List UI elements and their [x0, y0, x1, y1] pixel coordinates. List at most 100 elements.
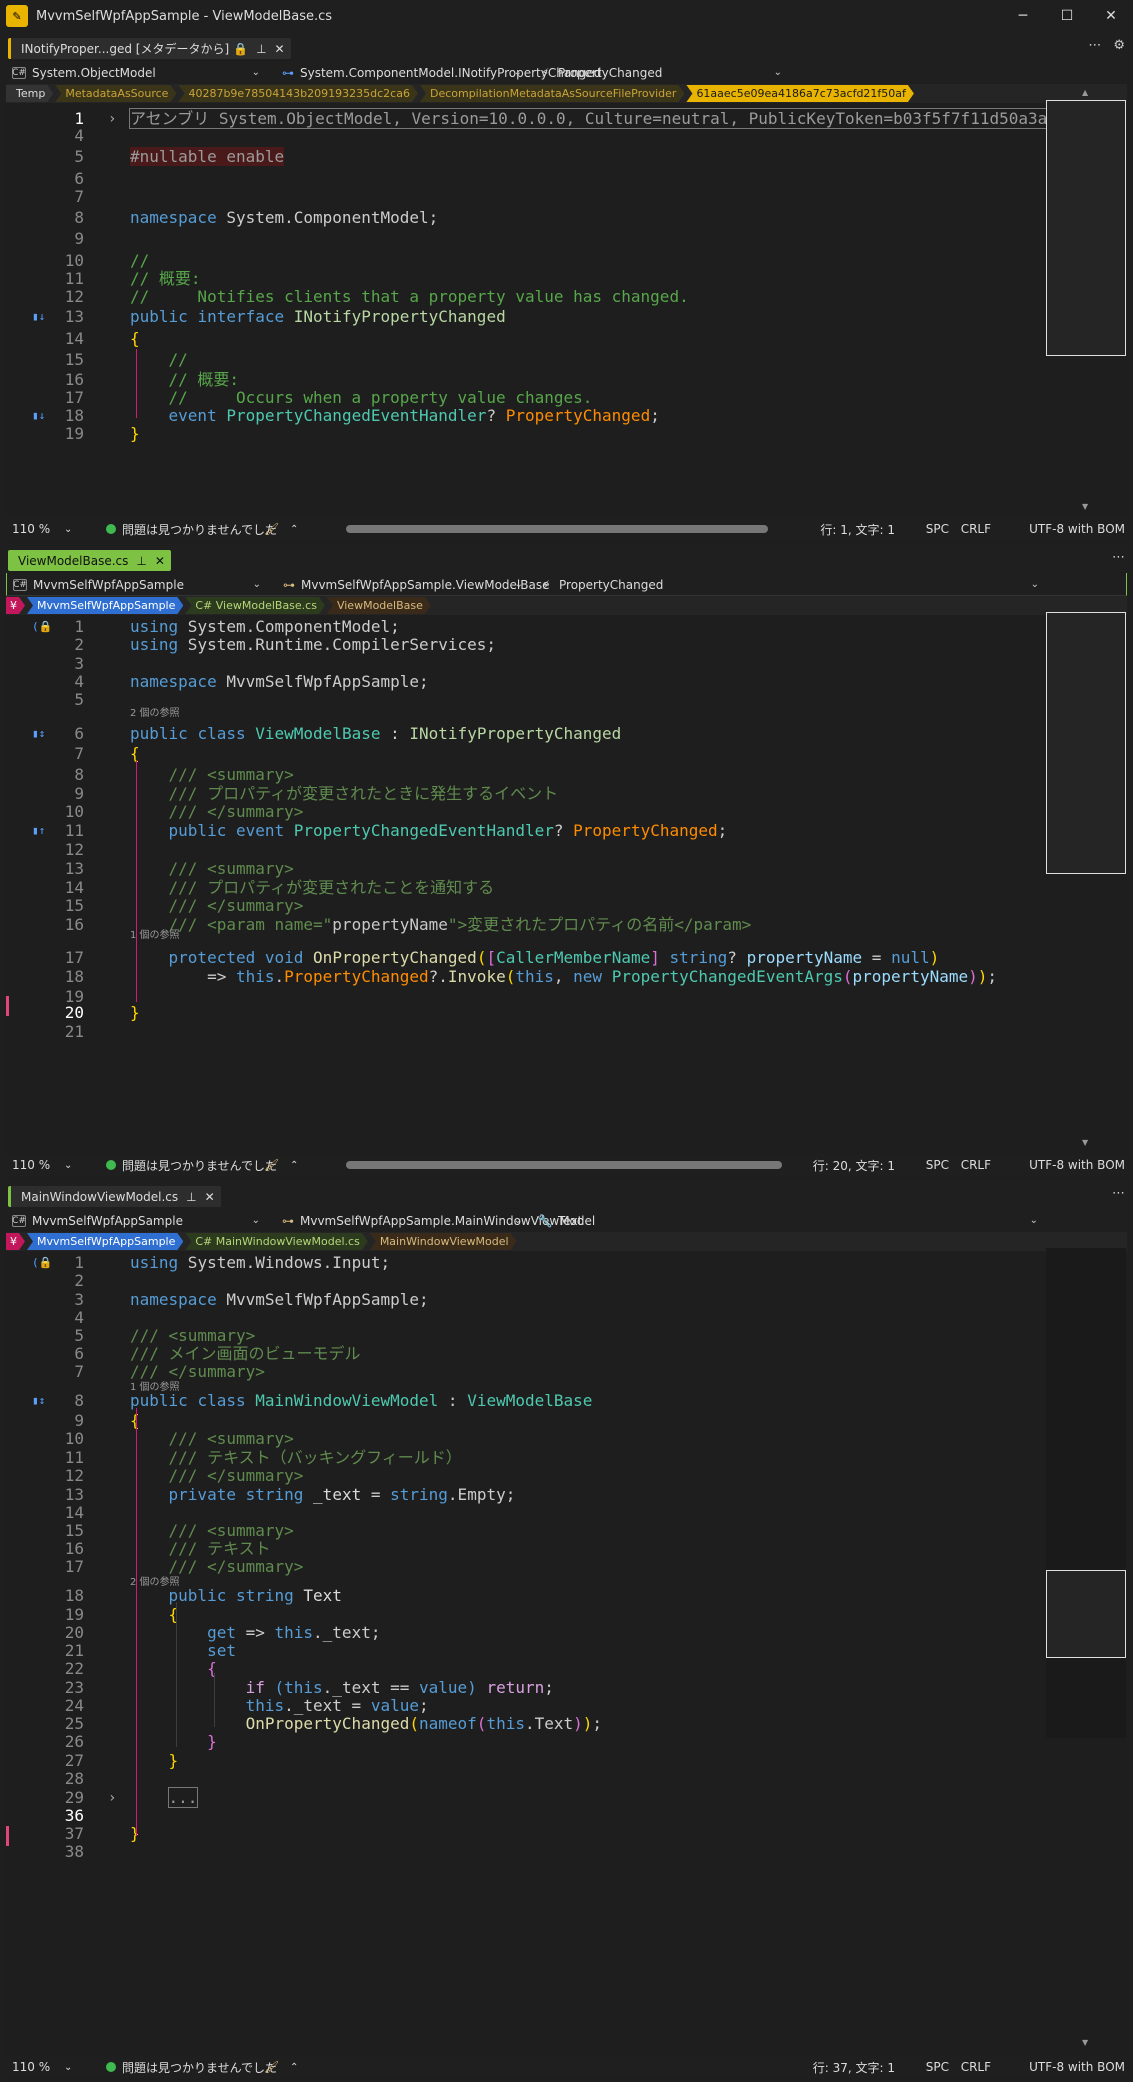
minimap-slider[interactable] — [1046, 1570, 1126, 1658]
scroll-down-icon[interactable]: ▼ — [1082, 1138, 1092, 1147]
brush-icon[interactable]: 🖌 — [264, 2060, 279, 2074]
code-line[interactable]: 7 /// </summary> — [6, 1361, 1046, 1383]
zoom-level[interactable]: 110 % — [12, 2060, 50, 2074]
project-dropdown[interactable]: C# System.ObjectModel ⌄ — [12, 63, 266, 82]
reference-count-hint[interactable]: 1 個の参照 — [130, 1382, 180, 1394]
zoom-level[interactable]: 110 % — [12, 1158, 50, 1172]
encoding[interactable]: UTF-8 with BOM — [1029, 522, 1125, 536]
minimap[interactable] — [1046, 612, 1126, 874]
crumb-2[interactable]: MainWindowViewModel — [370, 1233, 517, 1250]
crumb-4[interactable]: 61aaec5e09ea4186a7c73acfd21f50af — [686, 85, 913, 102]
issues-text[interactable]: 問題は見つかりませんでした — [122, 1157, 277, 1174]
code-line[interactable]: 7 — [6, 186, 1046, 208]
chevron-down-icon[interactable]: ⌄ — [64, 1160, 72, 1171]
pin-icon[interactable]: ⊥ — [136, 554, 146, 568]
scroll-down-icon[interactable]: ▼ — [1082, 502, 1092, 511]
issues-text[interactable]: 問題は見つかりませんでした — [122, 2059, 277, 2076]
more-options-icon[interactable]: ⋯ — [1088, 38, 1101, 53]
zoom-level[interactable]: 110 % — [12, 522, 50, 536]
minimap-slider[interactable] — [1046, 100, 1126, 356]
gear-icon[interactable]: ⚙ — [1113, 38, 1125, 53]
chevron-up-icon[interactable]: ⌃ — [290, 1160, 298, 1171]
encoding[interactable]: UTF-8 with BOM — [1029, 1158, 1125, 1172]
chevron-up-icon[interactable]: ⌃ — [290, 524, 298, 535]
reference-count-hint[interactable]: 1 個の参照 — [130, 930, 180, 942]
tab-mainwindowviewmodel[interactable]: MainWindowViewModel.cs ⊥ ✕ — [8, 1186, 221, 1207]
chevron-down-icon[interactable]: ⌄ — [64, 2062, 72, 2073]
crumb-2[interactable]: 40287b9e78504143b209193235dc2ca6 — [178, 85, 418, 102]
close-tab-icon[interactable]: ✕ — [205, 1190, 215, 1204]
line-ending[interactable]: CRLF — [961, 2060, 991, 2074]
code-line[interactable]: 4 — [6, 125, 1046, 147]
issues-text[interactable]: 問題は見つかりませんでした — [122, 521, 277, 538]
reference-count-hint[interactable]: 2 個の参照 — [130, 708, 180, 720]
crumb-2[interactable]: ViewModelBase — [327, 597, 431, 614]
scroll-down-icon[interactable]: ▼ — [1082, 2038, 1092, 2047]
code-line[interactable]: 21 — [6, 1021, 1046, 1043]
minimap-slider[interactable] — [1046, 612, 1126, 874]
more-options-icon[interactable]: ⋯ — [1112, 1186, 1125, 1201]
maximize-icon[interactable]: ☐ — [1045, 0, 1089, 32]
code-line[interactable]: 15 // — [6, 349, 1046, 371]
code-line[interactable]: 13 ▮↓ public interface INotifyPropertyChan… — [6, 306, 1046, 328]
crumb-0[interactable]: MvvmSelfWpfAppSample — [27, 597, 183, 614]
member-dropdown[interactable]: 🔧 Text ⌄ — [538, 1211, 1044, 1230]
type-dropdown[interactable]: ⊶ System.ComponentModel.INotifyPropertyCh… — [282, 63, 601, 82]
code-editor[interactable]: 1 (🔒 using System.Windows.Input; 2 3 namespac… — [6, 1252, 1046, 2054]
type-dropdown[interactable]: ⊶ MvvmSelfWpfAppSample.MainWindowViewMode… — [282, 1211, 595, 1230]
cursor-position[interactable]: 行: 37, 文字: 1 — [813, 2059, 895, 2076]
tab-inotify[interactable]: INotifyProper...ged [メタデータから] 🔒 ⊥ ✕ — [8, 38, 291, 59]
pin-icon[interactable]: ⊥ — [256, 42, 266, 56]
code-line[interactable]: 5 #nullable enable — [6, 146, 1046, 168]
crumb-root-icon[interactable]: ¥ — [6, 1233, 25, 1250]
crumb-1[interactable]: C# ViewModelBase.cs — [185, 597, 325, 614]
crumb-0[interactable]: MvvmSelfWpfAppSample — [27, 1233, 183, 1250]
encoding[interactable]: UTF-8 with BOM — [1029, 2060, 1125, 2074]
close-tab-icon[interactable]: ✕ — [155, 554, 165, 568]
project-dropdown[interactable]: C# MvvmSelfWpfAppSample ⌄ — [13, 575, 267, 594]
minimap[interactable] — [1046, 1248, 1126, 1738]
cursor-position[interactable]: 行: 1, 文字: 1 — [820, 521, 895, 538]
chevron-up-icon[interactable]: ⌃ — [290, 2062, 298, 2073]
code-line[interactable]: 18 => this.PropertyChanged?.Invoke(this,… — [6, 966, 1046, 988]
minimap[interactable] — [1046, 100, 1126, 356]
reference-count-hint[interactable]: 2 個の参照 — [130, 1577, 180, 1589]
code-line[interactable]: 7{ — [6, 743, 1046, 765]
spacing-mode[interactable]: SPC — [926, 1158, 949, 1172]
brush-icon[interactable]: 🖌 — [264, 1158, 279, 1172]
crumb-0[interactable]: Temp — [6, 85, 53, 102]
code-line[interactable]: 19} — [6, 423, 1046, 445]
more-options-icon[interactable]: ⋯ — [1112, 550, 1125, 565]
scroll-up-icon[interactable]: ▲ — [1082, 88, 1092, 97]
project-dropdown[interactable]: C# MvvmSelfWpfAppSample ⌄ — [12, 1211, 266, 1230]
crumb-1[interactable]: C# MainWindowViewModel.cs — [185, 1233, 367, 1250]
pin-icon[interactable]: ⊥ — [186, 1190, 196, 1204]
horizontal-scrollbar[interactable] — [346, 525, 768, 533]
code-editor[interactable]: 1 › アセンブリ System.ObjectModel, Version=10.0… — [6, 108, 1046, 518]
code-line[interactable]: 9 — [6, 228, 1046, 250]
type-dropdown[interactable]: ⊶ MvvmSelfWpfAppSample.ViewModelBase ⌄ — [283, 575, 550, 594]
code-line[interactable]: 8 namespace System.ComponentModel; — [6, 207, 1046, 229]
margin-glyph-icon[interactable]: ▮↕ — [32, 1390, 45, 1412]
code-line[interactable]: 38 — [6, 1841, 1046, 1863]
chevron-down-icon[interactable]: ⌄ — [64, 524, 72, 535]
minimize-icon[interactable]: ─ — [1001, 0, 1045, 32]
crumb-3[interactable]: DecompilationMetadataAsSourceFileProvide… — [420, 85, 684, 102]
code-line[interactable]: 12 // Notifies clients that a property va… — [6, 286, 1046, 308]
member-dropdown[interactable]: ⚡ PropertyChanged ⌄ — [538, 63, 788, 82]
member-dropdown[interactable]: ⚡ PropertyChanged ⌄ — [539, 575, 1045, 594]
code-line[interactable]: 17 /// </summary> — [6, 1556, 1046, 1578]
brush-icon[interactable]: 🖌 — [264, 522, 279, 536]
close-tab-icon[interactable]: ✕ — [275, 42, 285, 56]
tab-viewmodelbase[interactable]: ViewModelBase.cs ⊥ ✕ — [8, 550, 171, 571]
crumb-root-icon[interactable]: ¥ — [6, 597, 25, 614]
cursor-position[interactable]: 行: 20, 文字: 1 — [813, 1157, 895, 1174]
code-line[interactable]: 6 ▮↕ public class ViewModelBase : INotifyP… — [6, 723, 1046, 745]
line-ending[interactable]: CRLF — [961, 1158, 991, 1172]
line-ending[interactable]: CRLF — [961, 522, 991, 536]
close-window-icon[interactable]: ✕ — [1089, 0, 1133, 32]
margin-glyph-icon[interactable]: ▮↕ — [32, 723, 45, 745]
horizontal-scrollbar[interactable] — [346, 1161, 782, 1169]
margin-glyph-icon[interactable]: ▮↓ — [32, 306, 45, 328]
crumb-1[interactable]: MetadataAsSource — [55, 85, 176, 102]
